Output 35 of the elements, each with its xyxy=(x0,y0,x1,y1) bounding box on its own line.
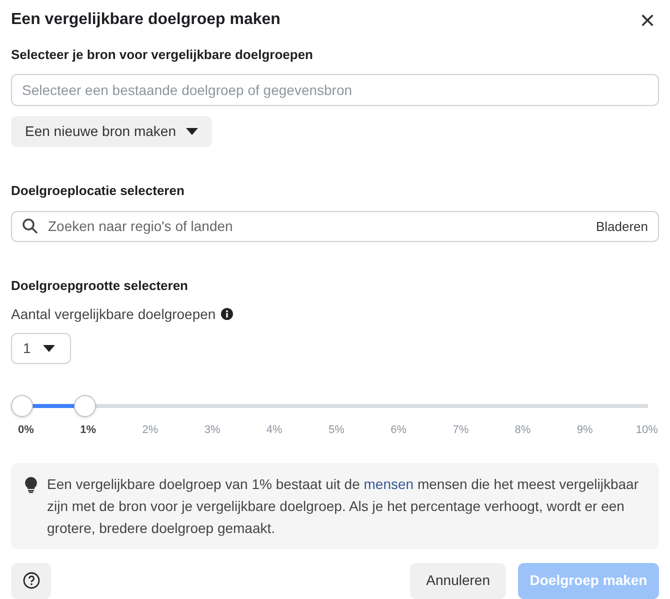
section-label: Doelgroepgrootte selecteren xyxy=(11,277,189,296)
section-label: Doelgroeplocatie selecteren xyxy=(11,182,186,200)
create-audience-button: Doelgroep maken xyxy=(518,562,659,599)
tick-label: 3% xyxy=(203,423,222,438)
new-source-button[interactable]: Een nieuwe bron maken xyxy=(11,116,212,148)
search-icon xyxy=(22,218,38,234)
location-search-field[interactable]: Zoeken naar regio's of landen Bladeren xyxy=(11,210,659,242)
tick-label: 5% xyxy=(328,423,346,438)
people-link[interactable]: mensen xyxy=(364,476,414,492)
tick-label: 4% xyxy=(265,423,284,438)
source-field[interactable]: Selecteer een bestaande doelgroep of gegevensbron xyxy=(11,74,659,106)
tick-label: 0% xyxy=(17,423,35,438)
count-dropdown[interactable]: 1 xyxy=(11,332,71,364)
info-text: Een vergelijkbare doelgroep van 1% bestaat uit de mensen mensen die het meest vergelijkbaar zijn met de bron voor je vergelijkbare doelgroep. Als je het percentage verhoogt, wordt er een grotere, bredere doelgroep gemaakt. xyxy=(47,474,640,538)
close-button[interactable]: × xyxy=(640,7,655,34)
slider-handle[interactable] xyxy=(11,395,33,418)
tick-label: 1% xyxy=(79,423,98,438)
cancel-button[interactable]: Annuleren xyxy=(410,562,506,599)
tick-label: 8% xyxy=(514,423,532,438)
lightbulb-icon xyxy=(25,476,37,493)
browse-button[interactable]: Bladeren xyxy=(596,216,648,236)
caret-icon xyxy=(186,128,198,135)
help-icon xyxy=(22,572,40,590)
section-label: Selecteer je bron voor vergelijkbare doelgroepen xyxy=(11,46,314,64)
dialog-title: Een vergelijkbare doelgroep maken xyxy=(11,10,280,30)
caret-icon xyxy=(42,344,55,352)
tick-label: 7% xyxy=(452,423,470,438)
tick-label: 6% xyxy=(390,423,408,438)
info-icon xyxy=(220,308,233,320)
count-label: Aantal vergelijkbare doelgroepen xyxy=(11,304,216,324)
slider-handle[interactable] xyxy=(74,395,96,418)
tick-label: 2% xyxy=(141,423,160,438)
tick-label: 10% xyxy=(634,423,659,438)
help-button[interactable] xyxy=(11,562,51,599)
tick-label: 9% xyxy=(576,423,594,438)
